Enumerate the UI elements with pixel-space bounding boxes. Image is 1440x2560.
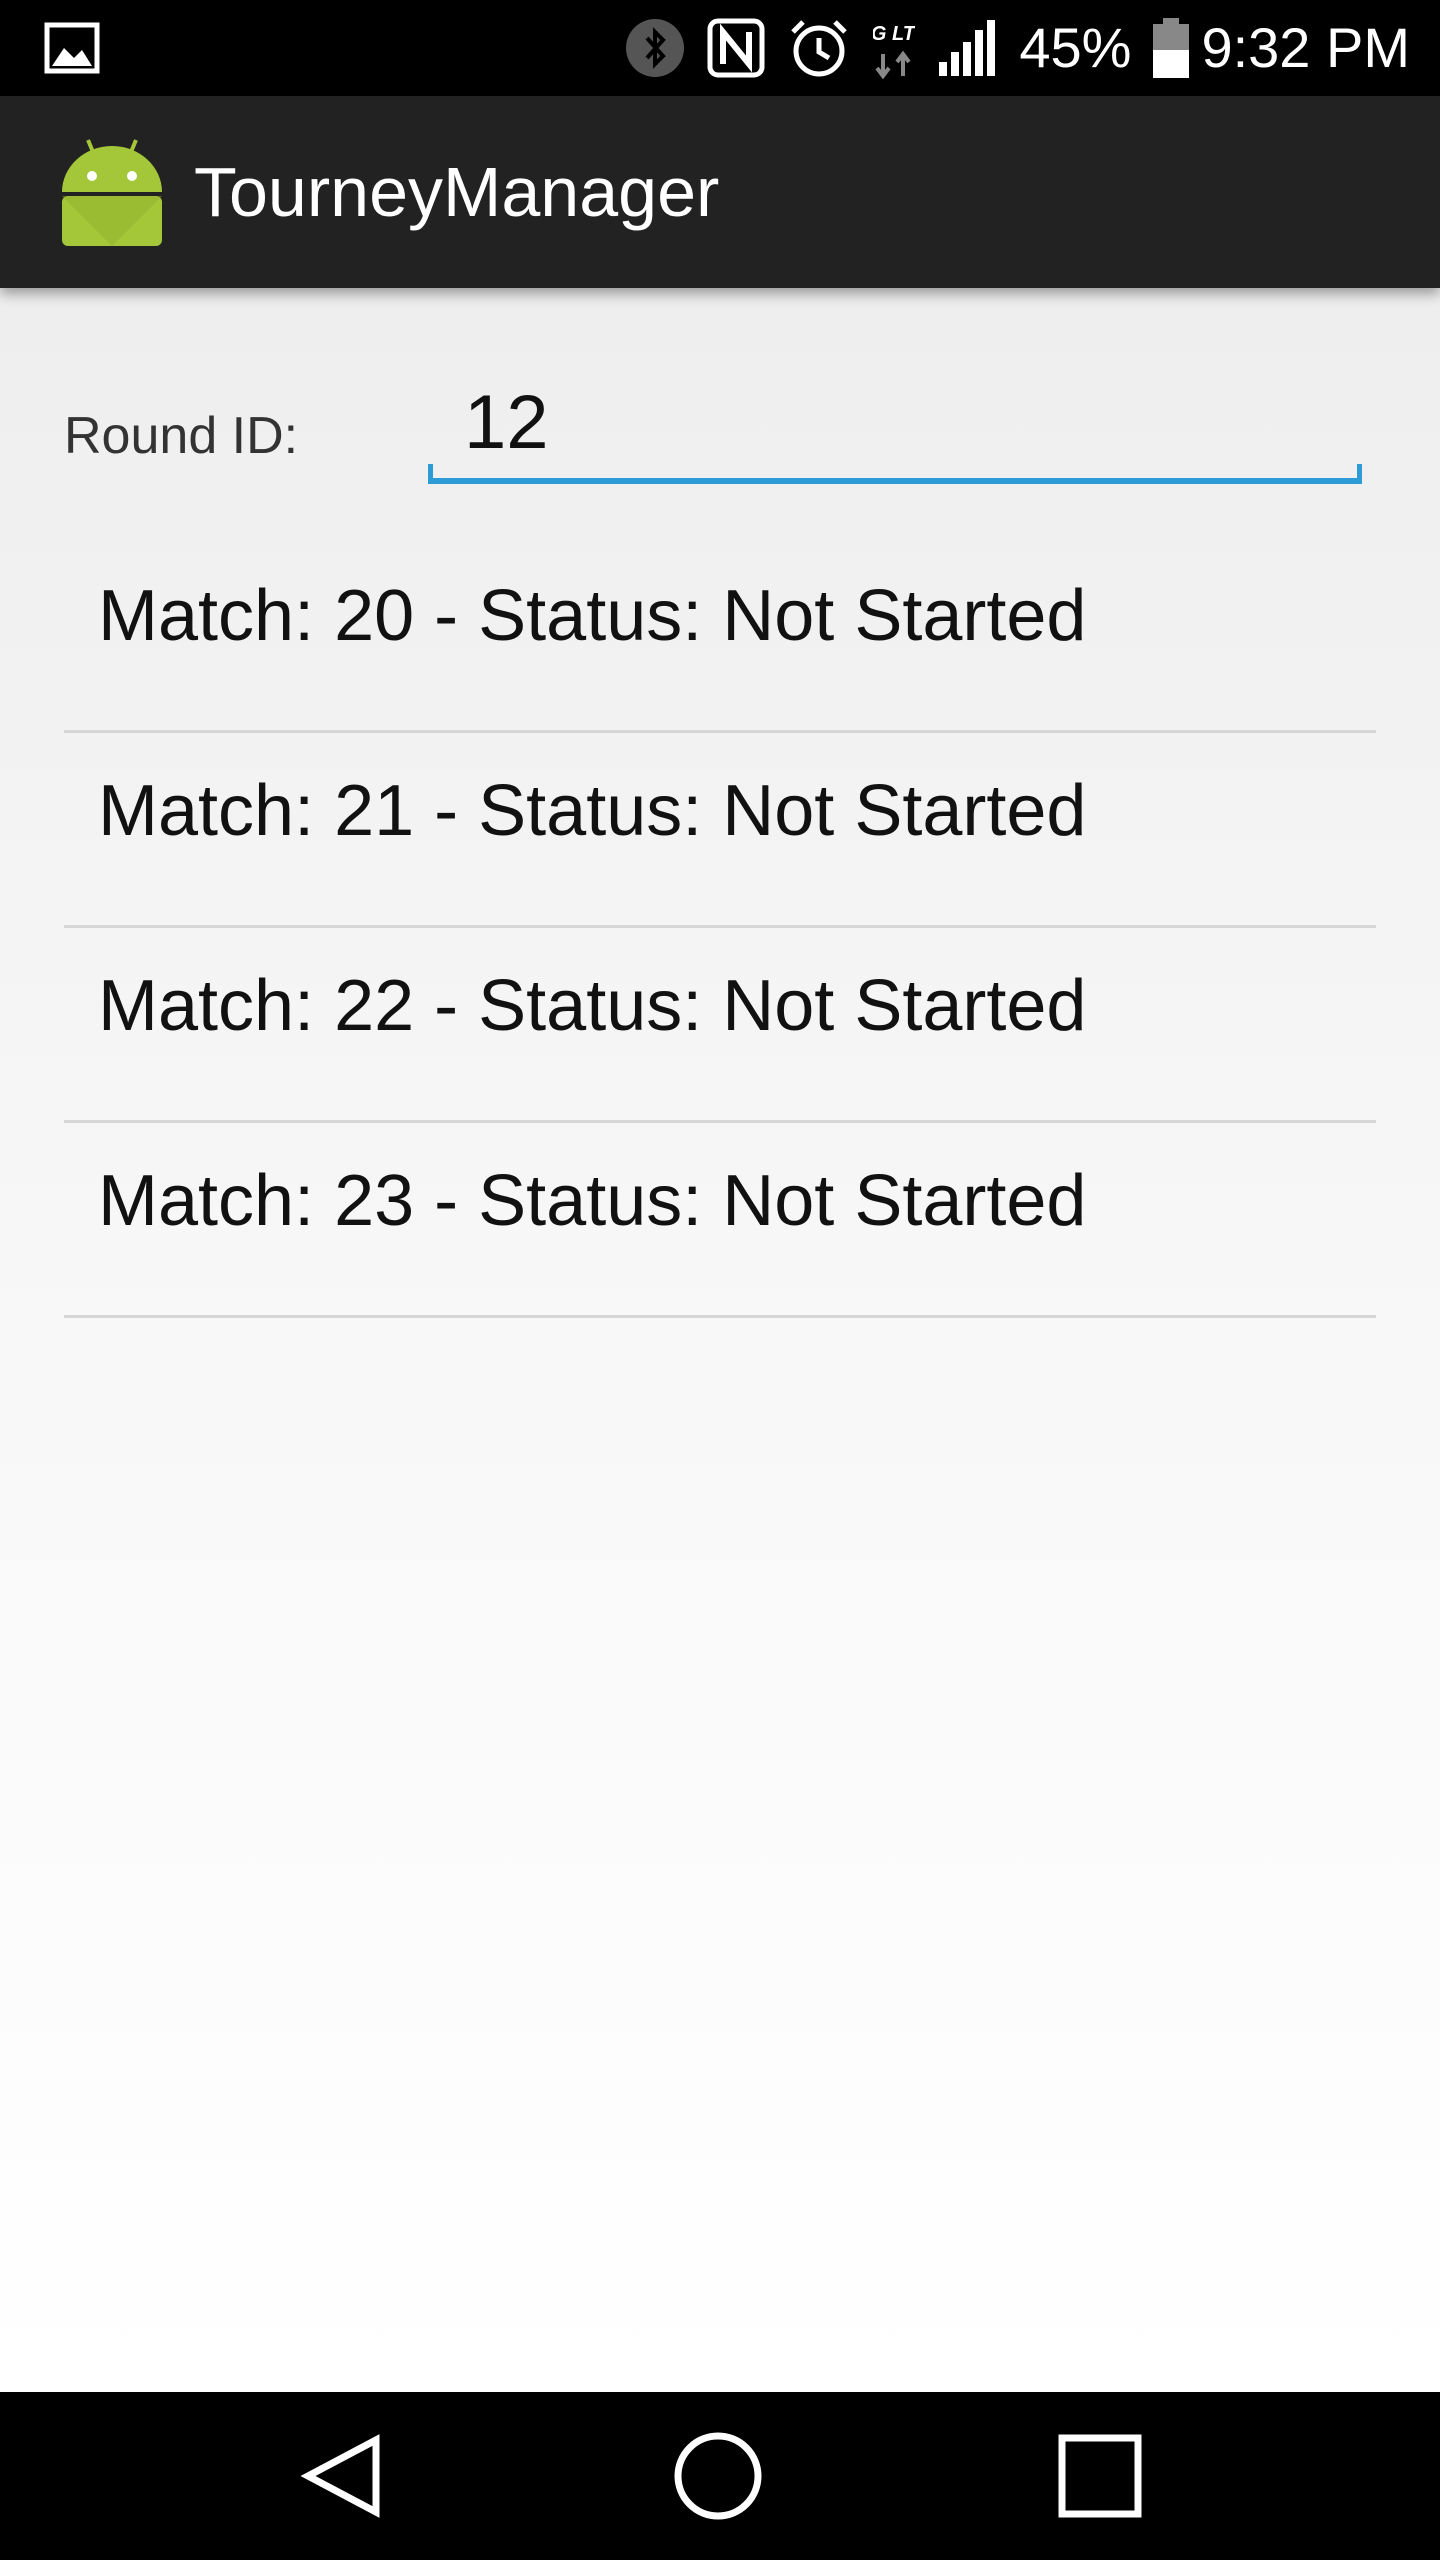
screen: 4G LTE 45% 9:32 PM	[0, 0, 1440, 2560]
match-list-item[interactable]: Match: 20 - Status: Not Started	[64, 538, 1376, 733]
bluetooth-icon	[626, 19, 685, 77]
4g-lte-label: 4G LTE	[873, 23, 915, 45]
action-bar: TourneyManager	[0, 96, 1440, 288]
content-area: Round ID: Match: 20 - Status: Not Starte…	[0, 288, 1440, 2392]
battery-icon	[1153, 18, 1190, 78]
clock: 9:32 PM	[1201, 16, 1410, 79]
battery-percent: 45%	[1019, 16, 1132, 79]
back-icon[interactable]	[292, 2426, 392, 2526]
recent-apps-icon[interactable]	[1050, 2426, 1150, 2526]
match-list-item[interactable]: Match: 22 - Status: Not Started	[64, 928, 1376, 1123]
match-list-item[interactable]: Match: 21 - Status: Not Started	[64, 733, 1376, 928]
android-icon[interactable]	[58, 134, 166, 246]
status-icons: 4G LTE 45% 9:32 PM	[603, 0, 1410, 96]
match-list-item[interactable]: Match: 23 - Status: Not Started	[64, 1123, 1376, 1318]
signal-icon	[939, 20, 996, 76]
image-icon	[44, 22, 100, 74]
match-list: Match: 20 - Status: Not Started Match: 2…	[64, 538, 1376, 1318]
home-icon[interactable]	[668, 2426, 768, 2526]
alarm-icon	[791, 20, 848, 77]
4g-lte-icon: 4G LTE	[873, 23, 915, 80]
nfc-icon	[707, 18, 765, 78]
round-id-underline	[428, 464, 1362, 484]
round-id-input[interactable]	[428, 362, 1362, 482]
status-bar: 4G LTE 45% 9:32 PM	[0, 0, 1440, 96]
round-id-label: Round ID:	[64, 407, 299, 465]
navigation-bar	[0, 2392, 1440, 2560]
app-title: TourneyManager	[194, 153, 720, 231]
